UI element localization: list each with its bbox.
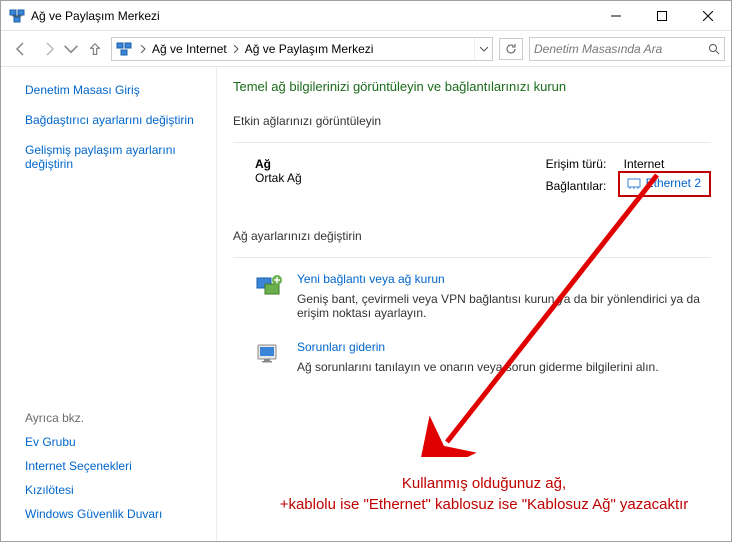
forward-button[interactable] — [35, 35, 63, 63]
refresh-button[interactable] — [499, 38, 523, 60]
change-settings-heading: Ağ ayarlarınızı değiştirin — [233, 229, 711, 243]
troubleshoot-icon — [255, 340, 283, 368]
network-name: Ağ — [255, 157, 302, 171]
sidebar-item-homegroup[interactable]: Ev Grubu — [25, 435, 210, 449]
connection-highlight-box: Ethernet 2 — [618, 171, 711, 197]
connections-label: Bağlantılar: — [546, 179, 624, 193]
nav-bar: Ağ ve Internet Ağ ve Paylaşım Merkezi — [1, 31, 731, 67]
back-button[interactable] — [7, 35, 35, 63]
action-desc: Geniş bant, çevirmeli veya VPN bağlantıs… — [297, 292, 711, 320]
history-dropdown[interactable] — [63, 35, 79, 63]
sidebar-item-irda[interactable]: Kızılötesi — [25, 483, 210, 497]
breadcrumb-segment[interactable]: Ağ ve Paylaşım Merkezi — [243, 42, 376, 56]
search-box[interactable] — [529, 37, 725, 61]
close-button[interactable] — [685, 1, 731, 31]
address-dropdown[interactable] — [474, 38, 492, 60]
network-block: Ağ Ortak Ağ Erişim türü: Internet Bağlan… — [233, 157, 711, 201]
address-bar[interactable]: Ağ ve Internet Ağ ve Paylaşım Merkezi — [111, 37, 493, 61]
chevron-right-icon[interactable] — [229, 45, 243, 53]
divider — [233, 142, 711, 143]
annotation-line: Kullanmış olduğunuz ağ, — [247, 473, 721, 494]
active-networks-heading: Etkin ağlarınızı görüntüleyin — [233, 114, 711, 128]
annotation-text: Kullanmış olduğunuz ağ, +kablolu ise "Et… — [247, 473, 721, 515]
maximize-button[interactable] — [639, 1, 685, 31]
minimize-button[interactable] — [593, 1, 639, 31]
sidebar-item-sharing[interactable]: Gelişmiş paylaşım ayarlarını değiştirin — [25, 143, 210, 171]
action-title[interactable]: Sorunları giderin — [297, 340, 659, 354]
page-title: Temel ağ bilgilerinizi görüntüleyin ve b… — [233, 79, 711, 94]
action-title[interactable]: Yeni bağlantı veya ağ kurun — [297, 272, 711, 286]
sidebar-item-home[interactable]: Denetim Masası Giriş — [25, 83, 210, 97]
network-center-icon — [9, 8, 25, 24]
sidebar: Denetim Masası Giriş Bağdaştırıcı ayarla… — [1, 67, 217, 541]
connection-link[interactable]: Ethernet 2 — [646, 176, 701, 190]
network-center-icon — [116, 41, 132, 57]
ethernet-icon — [626, 175, 642, 191]
access-type-value: Internet — [624, 157, 665, 171]
see-also-heading: Ayrıca bkz. — [25, 411, 210, 425]
breadcrumb-segment[interactable]: Ağ ve Internet — [150, 42, 229, 56]
title-bar: Ağ ve Paylaşım Merkezi — [1, 1, 731, 31]
new-connection-icon — [255, 272, 283, 300]
sidebar-item-firewall[interactable]: Windows Güvenlik Duvarı — [25, 507, 210, 521]
annotation-line: +kablolu ise "Ethernet" kablosuz ise "Ka… — [247, 494, 721, 515]
chevron-right-icon[interactable] — [136, 45, 150, 53]
access-type-label: Erişim türü: — [546, 157, 624, 171]
sidebar-item-adapter[interactable]: Bağdaştırıcı ayarlarını değiştirin — [25, 113, 210, 127]
network-type: Ortak Ağ — [255, 171, 302, 185]
up-button[interactable] — [83, 37, 107, 61]
content-pane: Temel ağ bilgilerinizi görüntüleyin ve b… — [217, 67, 731, 541]
search-input[interactable] — [530, 42, 704, 56]
action-desc: Ağ sorunlarını tanılayın ve onarın veya … — [297, 360, 659, 374]
sidebar-item-inetopt[interactable]: Internet Seçenekleri — [25, 459, 210, 473]
action-troubleshoot: Sorunları giderin Ağ sorunlarını tanılay… — [233, 340, 711, 374]
action-new-connection: Yeni bağlantı veya ağ kurun Geniş bant, … — [233, 272, 711, 320]
search-icon[interactable] — [704, 43, 724, 55]
divider — [233, 257, 711, 258]
window-title: Ağ ve Paylaşım Merkezi — [31, 9, 593, 23]
